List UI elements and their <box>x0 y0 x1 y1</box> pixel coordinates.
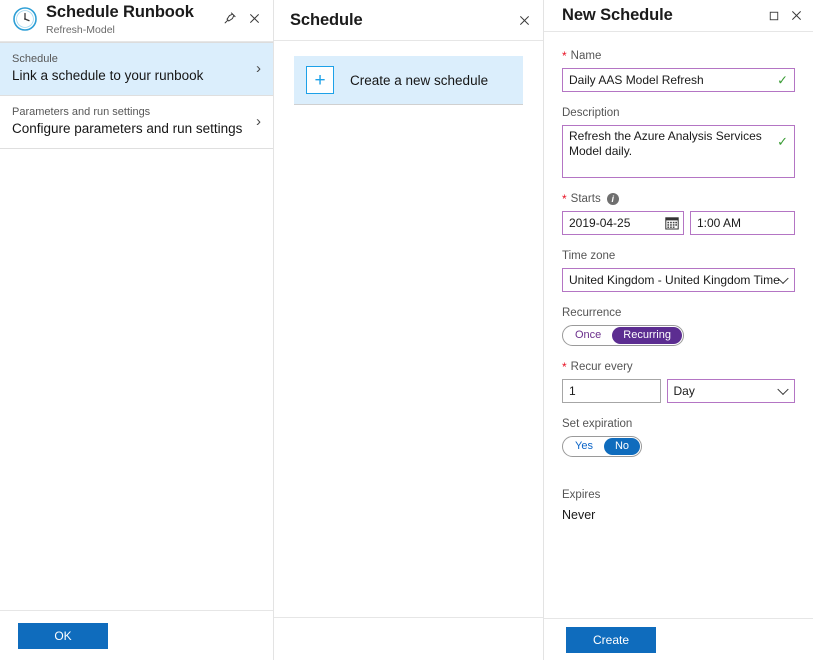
start-date-wrapper <box>562 211 684 235</box>
page-subtitle: Refresh-Model <box>46 24 115 36</box>
expires-value: Never <box>562 508 596 522</box>
field-set-expiration: Set expiration Yes No <box>562 416 795 457</box>
close-icon[interactable] <box>513 9 535 31</box>
name-input[interactable] <box>563 69 794 91</box>
chevron-right-icon: › <box>256 113 261 130</box>
field-expires: Expires Never <box>562 487 795 524</box>
new-schedule-title: New Schedule <box>562 6 673 24</box>
start-time-input[interactable] <box>691 212 794 234</box>
set-expiration-option-yes[interactable]: Yes <box>564 438 604 455</box>
sidebar-item-schedule-label: Schedule <box>12 53 58 65</box>
starts-inputs-row <box>562 211 795 235</box>
recurrence-label: Recurrence <box>562 307 622 319</box>
set-expiration-toggle[interactable]: Yes No <box>562 436 643 457</box>
required-asterisk: * <box>562 360 567 374</box>
blade-new-schedule-footer: Create <box>544 618 813 660</box>
sidebar-item-parameters-value: Configure parameters and run settings <box>12 121 243 136</box>
field-recur-every: * Recur every Day <box>562 359 795 403</box>
field-recurrence: Recurrence Once Recurring <box>562 305 795 346</box>
timezone-label: Time zone <box>562 250 616 262</box>
expires-label: Expires <box>562 489 601 501</box>
recurrence-label-row: Recurrence <box>562 305 795 321</box>
close-icon[interactable] <box>243 7 265 29</box>
create-new-schedule-label: Create a new schedule <box>350 72 489 88</box>
blade-new-schedule-header: New Schedule <box>544 0 813 32</box>
name-label: Name <box>570 50 602 62</box>
recurrence-option-once[interactable]: Once <box>564 327 612 344</box>
description-label-row: Description <box>562 105 795 121</box>
sidebar-item-parameters[interactable]: Parameters and run settings Configure pa… <box>0 96 273 149</box>
set-expiration-option-no[interactable]: No <box>603 438 641 455</box>
description-textarea[interactable] <box>563 126 794 177</box>
timezone-selected-value: United Kingdom - United Kingdom Time <box>569 273 780 287</box>
plus-icon: + <box>306 66 334 94</box>
clock-icon <box>12 6 38 32</box>
blade-schedule-list: Schedule + Create a new schedule <box>274 0 543 660</box>
required-asterisk: * <box>562 192 567 206</box>
close-icon[interactable] <box>785 5 807 27</box>
field-description: Description ✓ <box>562 105 795 178</box>
calendar-icon[interactable] <box>665 216 679 230</box>
name-input-wrapper: ✓ <box>562 68 795 92</box>
set-expiration-label: Set expiration <box>562 418 633 430</box>
starts-label-row: * Starts i <box>562 191 795 207</box>
ok-button[interactable]: OK <box>18 622 108 649</box>
field-timezone: Time zone United Kingdom - United Kingdo… <box>562 248 795 292</box>
recurrence-option-recurring[interactable]: Recurring <box>612 327 682 344</box>
chevron-down-icon <box>777 383 789 396</box>
runbook-nav-list: Schedule Link a schedule to your runbook… <box>0 42 273 149</box>
recur-unit-selected-value: Day <box>673 384 695 398</box>
description-label: Description <box>562 107 620 119</box>
recur-unit-select[interactable]: Day <box>666 379 795 403</box>
sidebar-item-schedule[interactable]: Schedule Link a schedule to your runbook… <box>0 43 273 96</box>
blade-schedule-header: Schedule <box>274 0 543 41</box>
azure-portal-blades: Schedule Runbook Refresh-Model Schedule … <box>0 0 813 660</box>
blade-schedule-body: + Create a new schedule <box>274 41 543 617</box>
blade-new-schedule-body: * Name ✓ Description ✓ <box>544 32 813 618</box>
blade-runbook-header: Schedule Runbook Refresh-Model <box>0 0 273 42</box>
required-asterisk: * <box>562 49 567 63</box>
name-label-row: * Name <box>562 48 795 64</box>
blade-runbook-header-actions <box>219 7 265 29</box>
field-name: * Name ✓ <box>562 48 795 92</box>
timezone-label-row: Time zone <box>562 248 795 264</box>
create-new-schedule-tile[interactable]: + Create a new schedule <box>294 56 523 105</box>
recur-count-input[interactable] <box>563 380 660 402</box>
sidebar-item-parameters-texts: Parameters and run settings Configure pa… <box>12 105 248 138</box>
sidebar-item-schedule-texts: Schedule Link a schedule to your runbook <box>12 52 248 85</box>
page-title: Schedule Runbook <box>46 3 194 21</box>
blade-schedule-footer <box>274 617 543 660</box>
timezone-select[interactable]: United Kingdom - United Kingdom Time <box>562 268 795 292</box>
recur-every-label: Recur every <box>570 361 633 373</box>
starts-label: Starts <box>570 193 601 205</box>
start-time-wrapper <box>690 211 795 235</box>
create-button[interactable]: Create <box>566 626 656 653</box>
maximize-icon[interactable] <box>763 5 785 27</box>
blade-runbook-body: Schedule Link a schedule to your runbook… <box>0 42 273 610</box>
chevron-right-icon: › <box>256 60 261 77</box>
sidebar-item-parameters-label: Parameters and run settings <box>12 106 151 118</box>
pin-icon[interactable] <box>219 7 241 29</box>
recur-every-label-row: * Recur every <box>562 359 795 375</box>
set-expiration-label-row: Set expiration <box>562 416 795 432</box>
recurrence-toggle[interactable]: Once Recurring <box>562 325 684 346</box>
recur-every-inputs-row: Day <box>562 379 795 403</box>
blade-schedule-runbook: Schedule Runbook Refresh-Model Schedule … <box>0 0 273 660</box>
field-starts: * Starts i <box>562 191 795 235</box>
description-input-wrapper: ✓ <box>562 125 795 178</box>
blade-runbook-footer: OK <box>0 610 273 660</box>
schedule-title: Schedule <box>290 10 363 29</box>
blade-new-schedule: New Schedule * Name Daily AAS Model Refr… <box>544 0 813 660</box>
blade-runbook-titles: Schedule Runbook Refresh-Model <box>46 2 219 37</box>
sidebar-item-schedule-value: Link a schedule to your runbook <box>12 68 204 83</box>
recur-count-wrapper <box>562 379 661 403</box>
info-icon[interactable]: i <box>606 193 619 205</box>
